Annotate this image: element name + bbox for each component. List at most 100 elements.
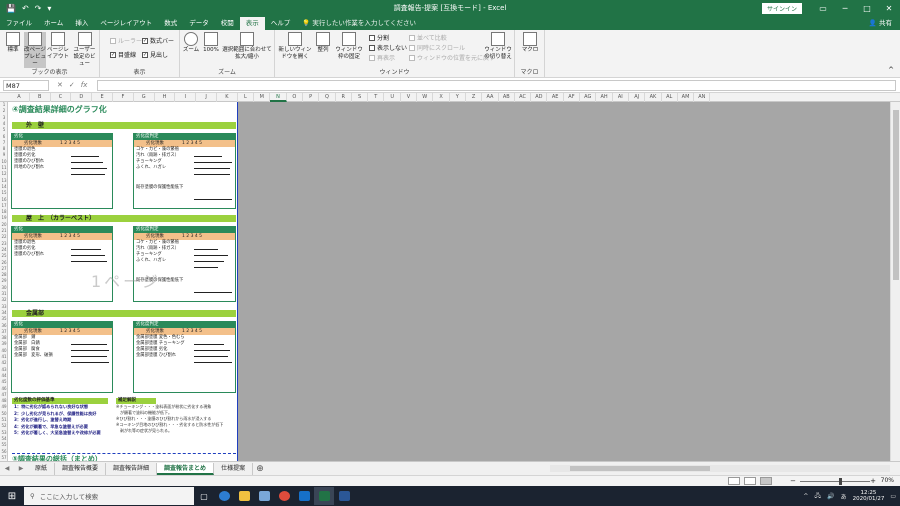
row-header[interactable]: 8 [0, 146, 8, 151]
row-header[interactable]: 19 [0, 215, 8, 220]
column-header[interactable]: AD [531, 93, 548, 102]
next-sheet-icon[interactable]: ▶ [14, 465, 28, 472]
column-header[interactable]: B [30, 93, 51, 102]
row-header[interactable]: 26 [0, 260, 8, 265]
ime-icon[interactable]: あ [841, 492, 847, 501]
row-header[interactable]: 15 [0, 190, 8, 195]
file-explorer-icon[interactable] [234, 487, 254, 505]
column-header[interactable]: E [92, 93, 113, 102]
row-header[interactable]: 42 [0, 360, 8, 365]
row-header[interactable]: 24 [0, 247, 8, 252]
row-header[interactable]: 28 [0, 272, 8, 277]
headings-checkbox[interactable]: ✓ 見出し [142, 50, 168, 59]
chrome-icon[interactable] [274, 487, 294, 505]
zoom-100-button[interactable]: 100% [202, 32, 220, 54]
row-header[interactable]: 47 [0, 392, 8, 397]
hide-button[interactable]: 表示しない [369, 43, 407, 52]
volume-icon[interactable]: 🔊 [827, 493, 834, 500]
row-header[interactable]: 21 [0, 228, 8, 233]
row-header[interactable]: 6 [0, 134, 8, 139]
macros-button[interactable]: マクロ [519, 32, 541, 54]
edge-icon[interactable] [214, 487, 234, 505]
word-icon[interactable] [334, 487, 354, 505]
column-header[interactable]: H [155, 93, 176, 102]
page-layout-icon[interactable] [744, 477, 756, 485]
column-header[interactable]: AF [564, 93, 581, 102]
column-header[interactable]: L [238, 93, 255, 102]
tab-help[interactable]: ヘルプ [265, 17, 297, 30]
row-header[interactable]: 16 [0, 197, 8, 202]
horizontal-scrollbar[interactable] [550, 465, 890, 472]
row-header[interactable]: 46 [0, 386, 8, 391]
print-page[interactable]: ④調査結果詳細のグラフ化 外 壁 劣化 劣化現象 1 2 3 4 5 塗膜の退色 … [9, 102, 238, 463]
tab-formulas[interactable]: 数式 [158, 17, 183, 30]
ribbon-display-icon[interactable]: ▭ [812, 4, 834, 13]
row-header[interactable]: 36 [0, 323, 8, 328]
column-header[interactable]: N [270, 93, 287, 102]
store-icon[interactable] [254, 487, 274, 505]
out-of-print-area[interactable] [238, 102, 890, 461]
column-header[interactable]: W [417, 93, 434, 102]
sync-scroll-button[interactable]: 同時にスクロール [409, 43, 465, 52]
row-header[interactable]: 30 [0, 285, 8, 290]
column-header[interactable]: J [196, 93, 217, 102]
column-header[interactable]: Q [319, 93, 336, 102]
collapse-ribbon-icon[interactable]: ^ [888, 66, 894, 74]
column-header[interactable]: D [71, 93, 93, 102]
tell-me-box[interactable]: 💡 実行したい作業を入力してください [302, 17, 416, 30]
page-break-preview-icon[interactable] [760, 477, 772, 485]
zoom-out-icon[interactable]: − [790, 476, 796, 486]
undo-icon[interactable]: ↶ [22, 4, 29, 13]
page-break-preview-button[interactable]: 改ページプレビュー [24, 32, 46, 68]
add-sheet-icon[interactable]: ⊕ [253, 464, 267, 474]
column-header[interactable]: M [254, 93, 271, 102]
normal-view-icon[interactable] [728, 477, 740, 485]
column-header[interactable]: X [433, 93, 450, 102]
normal-view-button[interactable]: 標準 [3, 32, 23, 54]
tab-view[interactable]: 表示 [239, 17, 265, 30]
insert-function-icon[interactable]: fx [81, 81, 88, 89]
column-header[interactable]: AI [613, 93, 629, 102]
row-header[interactable]: 44 [0, 373, 8, 378]
row-header[interactable]: 54 [0, 436, 8, 441]
row-header[interactable]: 13 [0, 178, 8, 183]
tab-home[interactable]: ホーム [38, 17, 69, 30]
column-header[interactable]: I [175, 93, 197, 102]
notification-chevron-icon[interactable]: ^ [803, 493, 808, 500]
row-header[interactable]: 17 [0, 203, 8, 208]
network-icon[interactable]: 🖧 [814, 491, 821, 501]
column-header[interactable]: K [217, 93, 238, 102]
column-header[interactable]: Z [466, 93, 483, 102]
vertical-scroll-thumb[interactable] [893, 110, 899, 280]
column-header[interactable]: AN [694, 93, 711, 102]
split-button[interactable]: 分割 [369, 33, 389, 42]
maximize-button[interactable]: □ [856, 4, 878, 13]
tab-data[interactable]: データ [183, 17, 215, 30]
row-header[interactable]: 39 [0, 341, 8, 346]
formula-input[interactable] [97, 79, 896, 91]
row-header[interactable]: 10 [0, 159, 8, 164]
column-header[interactable]: O [287, 93, 303, 102]
worksheet-grid[interactable]: A B C D E F G H I J K L M N O P Q R S T U V W X Y Z AA AB AC AD AE AF AG… [0, 93, 900, 463]
row-header[interactable]: 2 [0, 108, 8, 113]
ruler-checkbox[interactable]: ルーラー [110, 36, 142, 45]
row-header[interactable]: 53 [0, 430, 8, 435]
row-header[interactable]: 48 [0, 398, 8, 403]
zoom-button[interactable]: ズーム [182, 32, 200, 54]
column-header[interactable]: AC [515, 93, 532, 102]
column-header[interactable]: AE [548, 93, 564, 102]
row-header[interactable]: 22 [0, 234, 8, 239]
row-header[interactable]: 12 [0, 171, 8, 176]
column-header[interactable]: AG [580, 93, 597, 102]
column-header[interactable]: G [134, 93, 155, 102]
tab-review[interactable]: 校閲 [215, 17, 240, 30]
share-button[interactable]: 👤 共有 [869, 16, 892, 30]
redo-icon[interactable]: ↷ [35, 4, 42, 13]
column-header[interactable]: P [303, 93, 320, 102]
row-header[interactable]: 31 [0, 291, 8, 296]
column-header[interactable]: AL [662, 93, 678, 102]
row-header[interactable]: 3 [0, 115, 8, 120]
new-window-button[interactable]: 新しいウィンドウを開く [277, 32, 313, 61]
sheet-tab[interactable]: 調査報告概要 [55, 462, 107, 475]
column-header[interactable]: U [385, 93, 401, 102]
